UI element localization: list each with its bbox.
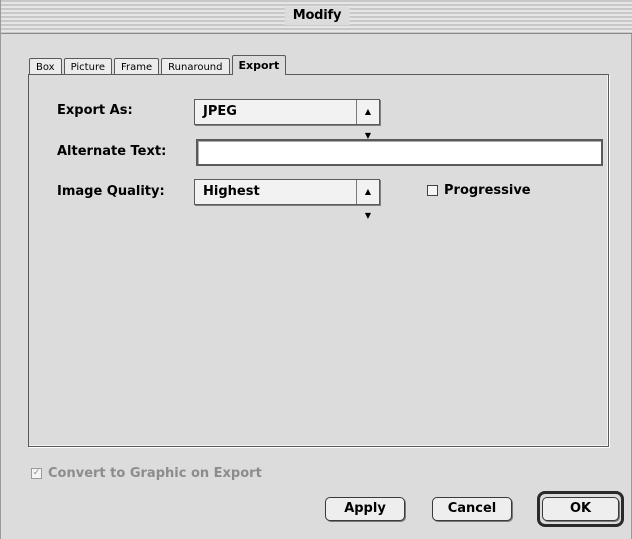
image-quality-value: Highest <box>203 184 260 199</box>
progressive-option[interactable]: Progressive <box>427 183 531 198</box>
up-down-arrow-icon: ▲ ▼ <box>356 100 379 140</box>
tab-frame[interactable]: Frame <box>113 58 160 75</box>
apply-button[interactable]: Apply <box>325 497 405 521</box>
tab-picture[interactable]: Picture <box>63 58 112 75</box>
convert-to-graphic-option[interactable]: ✓ Convert to Graphic on Export <box>31 466 262 481</box>
export-panel <box>28 74 609 447</box>
tab-export[interactable]: Export <box>231 55 287 75</box>
export-as-label: Export As: <box>57 103 133 118</box>
title-bar[interactable]: Modify <box>1 0 632 34</box>
window-title: Modify <box>284 7 350 25</box>
modify-dialog: Modify Box Picture Frame Runaround Expor… <box>0 0 632 539</box>
ok-button[interactable]: OK <box>542 497 619 521</box>
cancel-button[interactable]: Cancel <box>432 497 512 521</box>
progressive-checkbox[interactable] <box>427 185 438 196</box>
checkmark-icon: ✓ <box>32 468 41 478</box>
up-down-arrow-icon: ▲ ▼ <box>356 180 379 220</box>
convert-to-graphic-label: Convert to Graphic on Export <box>48 466 262 481</box>
progressive-label: Progressive <box>444 183 531 198</box>
tab-runaround[interactable]: Runaround <box>161 58 230 75</box>
tab-box[interactable]: Box <box>29 58 62 75</box>
export-as-value: JPEG <box>203 104 237 119</box>
alternate-text-field[interactable] <box>196 139 603 166</box>
alternate-text-label: Alternate Text: <box>57 144 167 159</box>
convert-to-graphic-checkbox[interactable]: ✓ <box>31 468 42 479</box>
image-quality-label: Image Quality: <box>57 184 165 199</box>
tab-strip: Box Picture Frame Runaround Export <box>29 55 288 75</box>
image-quality-popup[interactable]: Highest ▲ ▼ <box>194 179 380 220</box>
export-as-popup[interactable]: JPEG ▲ ▼ <box>194 99 380 140</box>
